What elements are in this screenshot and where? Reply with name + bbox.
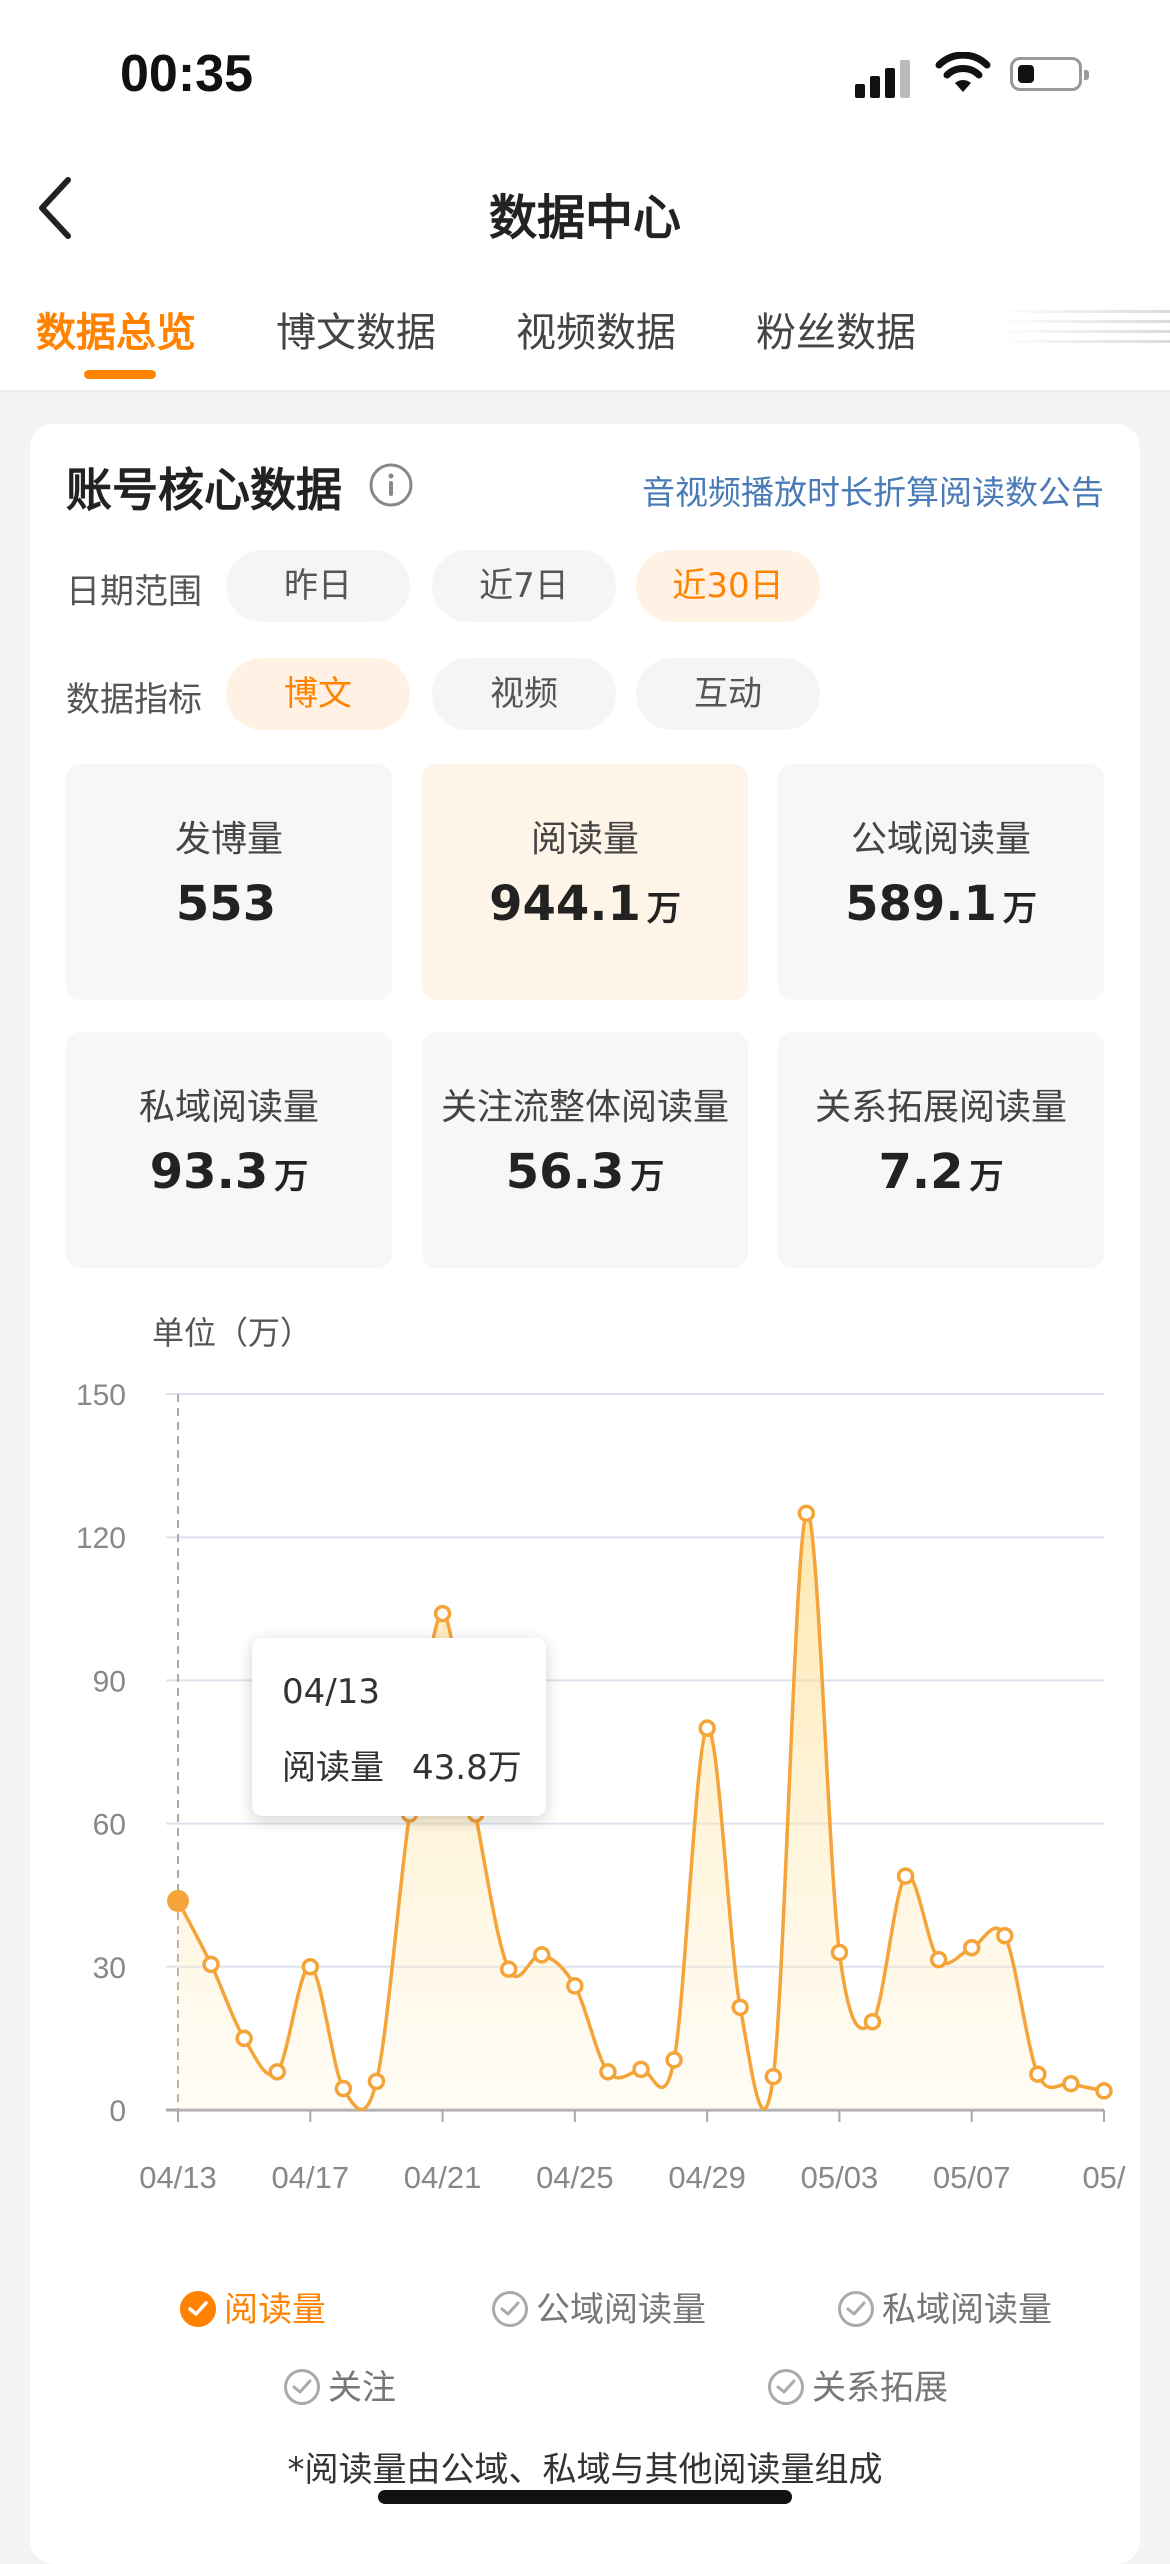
data-point <box>1095 2082 1113 2100</box>
data-point <box>830 1943 849 1962</box>
y-tick-label: 120 <box>76 1522 126 1555</box>
legend-item-follow[interactable]: 关注 <box>284 2360 396 2409</box>
x-tick-label: 04/17 <box>271 2160 349 2195</box>
tooltip-date: 04/13 <box>282 1672 380 1712</box>
data-point <box>632 2060 650 2079</box>
check-icon <box>180 2291 216 2327</box>
legend-item-reads[interactable]: 阅读量 <box>180 2282 326 2331</box>
reads-line-chart[interactable]: 单位（万） 0 30 60 90 120 150 04/13 04/17 04/21 04/25 04… <box>0 0 1170 2300</box>
y-tick-label: 150 <box>76 1379 126 1412</box>
data-point <box>698 1719 716 1737</box>
x-tick-label: 04/25 <box>536 2160 614 2195</box>
legend-item-public-reads[interactable]: 公域阅读量 <box>492 2282 706 2331</box>
data-point <box>962 1938 981 1957</box>
data-point <box>499 1960 518 1978</box>
data-point <box>367 2072 386 2091</box>
data-point <box>764 2067 783 2086</box>
data-point <box>533 1946 551 1964</box>
chart-tooltip: 04/13 阅读量 43.8万 <box>252 1638 546 1816</box>
tooltip-value: 43.8万 <box>412 1748 522 1788</box>
check-icon <box>492 2291 528 2327</box>
legend-item-relation[interactable]: 关系拓展 <box>768 2360 948 2409</box>
x-tick-label: 04/21 <box>404 2160 482 2195</box>
data-point <box>929 1950 948 1969</box>
tooltip-series-name: 阅读量 <box>282 1748 384 1788</box>
data-point <box>599 2063 617 2081</box>
x-tick-label: 04/29 <box>668 2160 746 2195</box>
y-unit-label: 单位（万） <box>152 1314 312 1352</box>
data-point <box>334 2079 353 2098</box>
data-point <box>863 2012 882 2031</box>
data-point <box>665 2051 683 2069</box>
x-tick-label: 05/03 <box>801 2160 879 2195</box>
data-point <box>202 1955 220 1974</box>
check-icon <box>838 2291 874 2327</box>
data-point <box>301 1958 320 1976</box>
data-point <box>1029 2065 1047 2083</box>
x-tick-label: 05/ <box>1082 2160 1125 2195</box>
data-point <box>731 1998 749 2017</box>
data-point <box>268 2063 286 2081</box>
y-tick-label: 0 <box>109 2095 126 2128</box>
reads-footnote: *阅读量由公域、私域与其他阅读量组成 <box>287 2450 883 2490</box>
x-tick-label: 05/07 <box>933 2160 1011 2195</box>
y-tick-label: 60 <box>93 1809 126 1842</box>
data-point <box>566 1977 584 1995</box>
x-tick-label: 04/13 <box>139 2160 217 2195</box>
legend-item-private-reads[interactable]: 私域阅读量 <box>838 2282 1052 2331</box>
data-point-highlight <box>167 1889 189 1912</box>
check-icon <box>768 2369 804 2405</box>
data-point <box>1062 2074 1080 2093</box>
data-point <box>797 1504 816 1523</box>
data-point <box>896 1867 915 1885</box>
data-point <box>996 1927 1014 1945</box>
y-tick-label: 30 <box>93 1952 126 1985</box>
y-tick-label: 90 <box>93 1665 126 1698</box>
data-point <box>235 2029 253 2048</box>
home-indicator <box>378 2490 792 2504</box>
check-icon <box>284 2369 320 2405</box>
data-point <box>433 1604 452 1623</box>
